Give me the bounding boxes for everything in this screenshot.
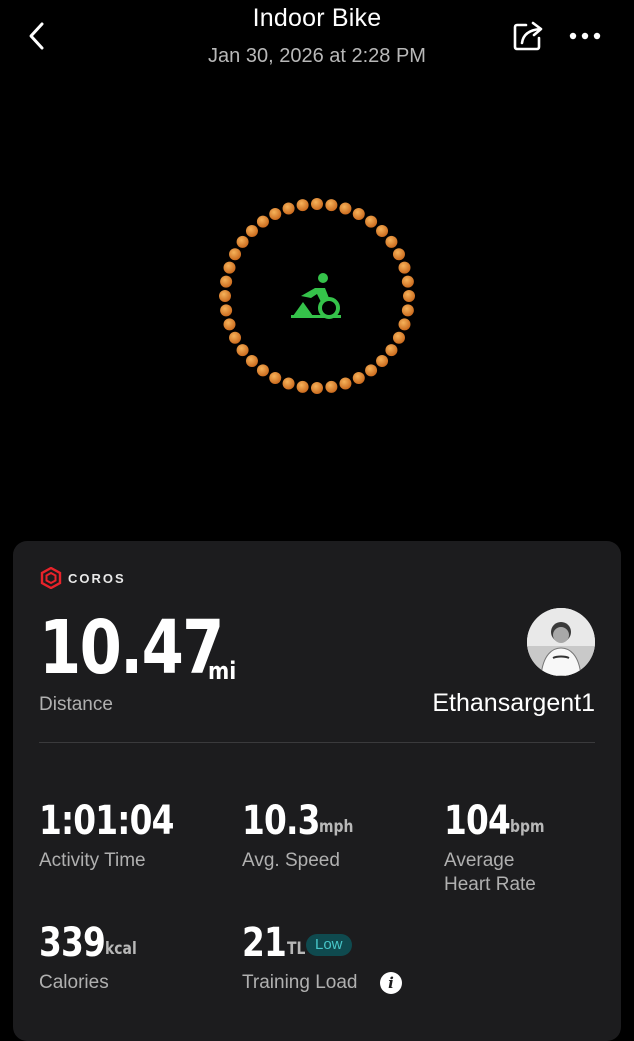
- stat-avg-heart-rate: 104 bpm Average Heart Rate: [444, 798, 544, 895]
- more-button[interactable]: [568, 24, 604, 48]
- stat-training-load: 21 TL Low Training Load i: [242, 920, 402, 994]
- avatar[interactable]: [527, 608, 595, 676]
- ring-dot: [245, 224, 258, 237]
- ring-dot: [352, 371, 365, 384]
- ring-dot: [392, 331, 405, 344]
- ring-dot: [236, 344, 249, 357]
- ring-dot: [236, 235, 249, 248]
- divider: [39, 742, 595, 743]
- ring-dot: [311, 198, 323, 210]
- ring-dot: [223, 318, 236, 331]
- ring-dot: [339, 202, 352, 215]
- stat-avg-speed: 10.3 mph Avg. Speed: [242, 798, 353, 871]
- ring-dot: [311, 382, 323, 394]
- ring-dot: [398, 318, 411, 331]
- stat-activity-time: 1:01:04 Activity Time: [39, 798, 203, 871]
- distance-value: 10.47: [39, 605, 224, 691]
- stat-label: Training Load: [242, 972, 358, 993]
- ring-dot: [365, 215, 378, 228]
- ring-dot: [352, 208, 365, 221]
- stat-label: Average Heart Rate: [444, 849, 536, 897]
- ring-dot: [282, 377, 295, 390]
- brand-logo: COROS: [40, 565, 126, 591]
- stat-label-line2: Heart Rate: [444, 874, 536, 895]
- ring-dot: [392, 248, 405, 261]
- ring-dot: [296, 199, 309, 212]
- activity-ring: [217, 196, 417, 396]
- ring-dot: [245, 355, 258, 368]
- ring-dot: [269, 371, 282, 384]
- share-icon: [513, 21, 543, 51]
- stat-unit: kcal: [105, 939, 137, 959]
- training-load-badge: Low: [306, 934, 352, 956]
- ring-dot: [325, 380, 338, 393]
- more-horizontal-icon: [569, 32, 601, 40]
- ring-dot: [269, 208, 282, 221]
- username: Ethansargent1: [432, 689, 595, 717]
- header: Indoor Bike Jan 30, 2026 at 2:28 PM: [0, 0, 634, 90]
- distance-unit: mi: [208, 657, 237, 685]
- activity-summary-card: COROS 10.47 mi Distance Ethansargent1 1:…: [13, 541, 621, 1041]
- ring-dot: [282, 202, 295, 215]
- ring-dot: [256, 364, 269, 377]
- distance-label: Distance: [39, 694, 113, 715]
- ring-dot: [376, 355, 389, 368]
- indoor-bike-icon: [291, 273, 341, 319]
- stat-calories: 339 kcal Calories: [39, 920, 137, 993]
- info-icon[interactable]: i: [380, 972, 402, 994]
- ring-dot: [365, 364, 378, 377]
- ring-dot: [223, 261, 236, 274]
- stat-value: 104: [444, 798, 511, 844]
- ring-dot: [401, 275, 414, 288]
- ring-dot: [219, 290, 231, 302]
- stat-label: Activity Time: [39, 850, 146, 871]
- ring-dot: [325, 199, 338, 212]
- share-button[interactable]: [510, 18, 546, 54]
- ring-dot: [385, 235, 398, 248]
- ring-dot: [401, 304, 414, 317]
- ring-dot: [385, 344, 398, 357]
- stat-label: Avg. Speed: [242, 850, 340, 871]
- stat-label-line1: Average: [444, 850, 515, 871]
- ring-dot: [403, 290, 415, 302]
- ring-dot: [376, 224, 389, 237]
- stat-unit: mph: [319, 817, 354, 837]
- ring-dot: [229, 248, 242, 261]
- stat-value: 10.3: [242, 798, 320, 844]
- ring-dot: [398, 261, 411, 274]
- stat-value: 1:01:04: [39, 798, 174, 844]
- stat-unit: bpm: [510, 817, 545, 837]
- stat-value: 339: [39, 920, 106, 966]
- stat-value: 21: [242, 920, 287, 966]
- brand-name: COROS: [68, 570, 126, 586]
- ring-dot: [220, 304, 233, 317]
- coros-logo-icon: [40, 567, 62, 589]
- ring-dot: [256, 215, 269, 228]
- ring-dot: [339, 377, 352, 390]
- stat-unit: TL: [287, 939, 306, 959]
- stat-label: Calories: [39, 972, 109, 993]
- ring-dot: [229, 331, 242, 344]
- ring-dot: [220, 275, 233, 288]
- ring-dot: [296, 380, 309, 393]
